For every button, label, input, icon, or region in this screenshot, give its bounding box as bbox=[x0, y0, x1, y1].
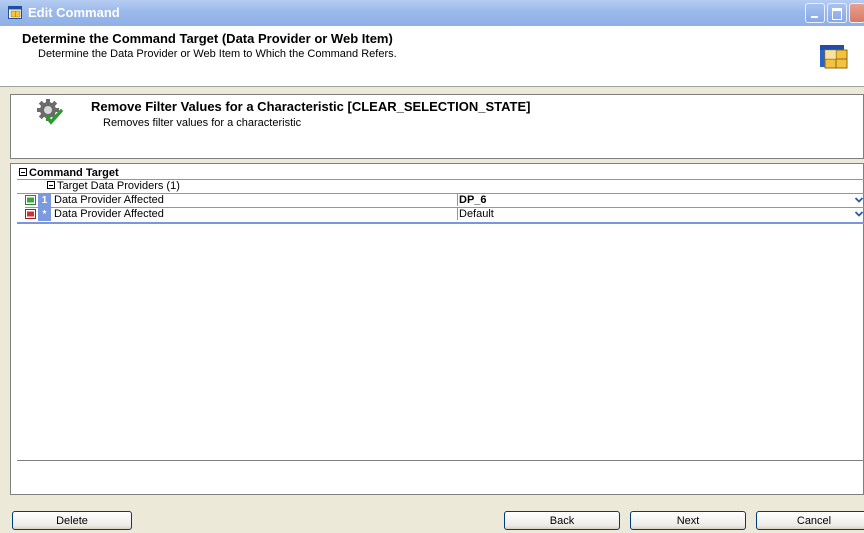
next-button[interactable]: Next bbox=[630, 511, 746, 530]
page-subtitle: Determine the Data Provider or Web Item … bbox=[38, 48, 397, 60]
chevron-down-icon[interactable] bbox=[853, 194, 864, 206]
wizard-header: Determine the Command Target (Data Provi… bbox=[0, 26, 864, 87]
web-item-icon bbox=[820, 45, 848, 69]
grid-divider bbox=[17, 222, 864, 224]
maximize-button[interactable] bbox=[827, 3, 847, 23]
data-provider-dropdown[interactable]: Default bbox=[457, 208, 859, 220]
chevron-down-icon[interactable] bbox=[853, 208, 864, 220]
collapse-icon[interactable] bbox=[47, 181, 55, 190]
minimize-button[interactable] bbox=[805, 3, 825, 23]
section-command-target[interactable]: Command Target bbox=[19, 167, 119, 179]
group-label: Target Data Providers (1) bbox=[57, 180, 180, 192]
group-target-data-providers[interactable]: Target Data Providers (1) bbox=[47, 180, 180, 192]
row-index: * bbox=[38, 208, 51, 221]
command-description: Removes filter values for a characterist… bbox=[103, 117, 302, 129]
command-panel: Remove Filter Values for a Characteristi… bbox=[10, 94, 864, 159]
property-grid: Command Target Target Data Providers (1)… bbox=[17, 164, 864, 460]
property-grid-panel: Command Target Target Data Providers (1)… bbox=[10, 163, 864, 495]
app-icon bbox=[8, 6, 22, 19]
grid-footer-divider bbox=[17, 460, 864, 461]
collapse-icon[interactable] bbox=[19, 168, 27, 177]
section-label: Command Target bbox=[29, 167, 119, 179]
cancel-button[interactable]: Cancel bbox=[756, 511, 864, 530]
table-row[interactable]: 1 Data Provider Affected DP_6 bbox=[25, 194, 864, 207]
back-button[interactable]: Back bbox=[504, 511, 620, 530]
title-bar[interactable]: Edit Command bbox=[0, 0, 864, 26]
command-title: Remove Filter Values for a Characteristi… bbox=[91, 99, 531, 114]
row-index: 1 bbox=[38, 194, 51, 207]
command-gear-icon bbox=[37, 99, 63, 125]
delete-button[interactable]: Delete bbox=[12, 511, 132, 530]
window-title: Edit Command bbox=[28, 5, 120, 20]
data-provider-dropdown[interactable]: DP_6 bbox=[457, 194, 859, 206]
page-title: Determine the Command Target (Data Provi… bbox=[22, 31, 393, 46]
table-row[interactable]: * Data Provider Affected Default bbox=[25, 208, 864, 221]
row-label: Data Provider Affected bbox=[52, 208, 458, 220]
row-label: Data Provider Affected bbox=[52, 194, 458, 206]
row-red-icon bbox=[25, 209, 36, 219]
row-green-icon bbox=[25, 195, 36, 205]
close-button[interactable] bbox=[849, 3, 864, 23]
